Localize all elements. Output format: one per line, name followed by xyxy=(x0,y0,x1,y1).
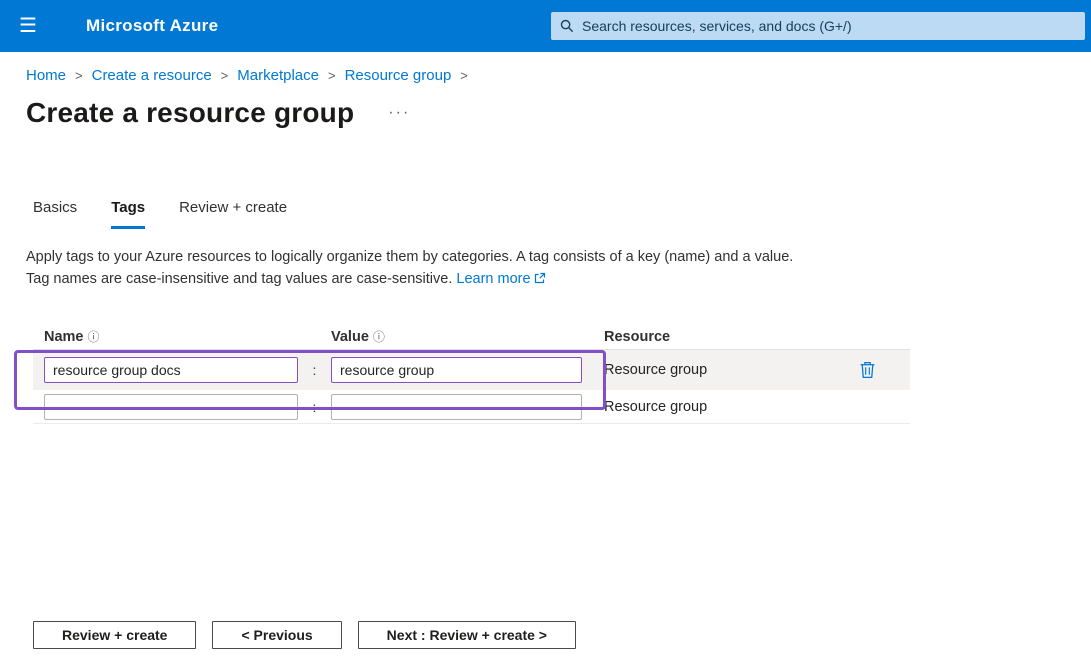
column-header-resource: Resource xyxy=(604,329,804,345)
breadcrumb: Home > Create a resource > Marketplace > Resou… xyxy=(26,67,1091,84)
breadcrumb-resource-group[interactable]: Resource group xyxy=(345,67,452,84)
column-header-name: Nameⓘ xyxy=(44,328,298,345)
breadcrumb-separator: > xyxy=(460,68,468,83)
tab-review-create[interactable]: Review + create xyxy=(179,199,287,229)
description-line1: Apply tags to your Azure resources to lo… xyxy=(26,246,926,268)
table-row: : Resource group xyxy=(33,350,910,390)
breadcrumb-separator: > xyxy=(328,68,336,83)
tag-name-input[interactable] xyxy=(44,394,298,420)
learn-more-link[interactable]: Learn more xyxy=(456,271,530,287)
table-row: : Resource group xyxy=(33,390,910,424)
resource-label: Resource group xyxy=(604,399,804,415)
external-link-icon xyxy=(534,272,546,284)
breadcrumb-separator: > xyxy=(75,68,83,83)
trash-icon xyxy=(859,361,876,379)
breadcrumb-marketplace[interactable]: Marketplace xyxy=(237,67,319,84)
column-header-value: Valueⓘ xyxy=(331,328,582,345)
search-icon xyxy=(560,19,574,33)
menu-icon[interactable]: ☰ xyxy=(0,0,56,52)
global-search[interactable] xyxy=(551,12,1085,40)
previous-button[interactable]: < Previous xyxy=(212,621,341,649)
next-button[interactable]: Next : Review + create > xyxy=(358,621,576,649)
delete-tag-button[interactable] xyxy=(859,361,876,379)
value-info-icon[interactable]: ⓘ xyxy=(373,330,385,344)
tag-name-input[interactable] xyxy=(44,357,298,383)
tags-table: Nameⓘ Valueⓘ Resource : Resource group xyxy=(33,324,910,424)
tab-tags[interactable]: Tags xyxy=(111,199,145,229)
azure-top-bar: ☰ Microsoft Azure xyxy=(0,0,1091,52)
tags-table-header: Nameⓘ Valueⓘ Resource xyxy=(33,324,910,350)
colon-separator: : xyxy=(298,362,331,378)
more-options-icon[interactable]: ··· xyxy=(388,104,410,122)
wizard-footer: Review + create < Previous Next : Review… xyxy=(33,621,576,649)
breadcrumb-home[interactable]: Home xyxy=(26,67,66,84)
review-create-button[interactable]: Review + create xyxy=(33,621,196,649)
tag-value-input[interactable] xyxy=(331,357,582,383)
breadcrumb-separator: > xyxy=(221,68,229,83)
app-title: Microsoft Azure xyxy=(86,16,218,36)
tags-description: Apply tags to your Azure resources to lo… xyxy=(26,246,926,290)
page-title: Create a resource group xyxy=(26,97,354,129)
tab-basics[interactable]: Basics xyxy=(33,199,77,229)
resource-label: Resource group xyxy=(604,362,804,378)
wizard-tabs: Basics Tags Review + create xyxy=(33,199,1091,229)
description-line2: Tag names are case-insensitive and tag v… xyxy=(26,271,452,287)
search-input[interactable] xyxy=(582,18,1076,34)
name-info-icon[interactable]: ⓘ xyxy=(88,330,100,344)
breadcrumb-create-a-resource[interactable]: Create a resource xyxy=(92,67,212,84)
colon-separator: : xyxy=(298,399,331,415)
tag-value-input[interactable] xyxy=(331,394,582,420)
